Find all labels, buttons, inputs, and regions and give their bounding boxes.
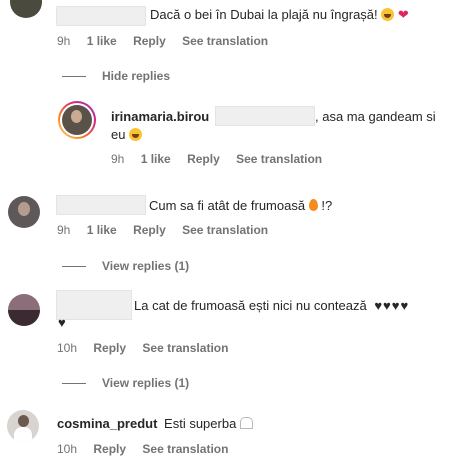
like-count[interactable]: 1 like — [87, 34, 117, 48]
avatar[interactable] — [8, 294, 40, 326]
red-heart-icon: ❤ — [397, 7, 409, 22]
like-count[interactable]: 1 like — [87, 223, 117, 237]
reply-button[interactable]: Reply — [93, 341, 126, 355]
see-translation-link[interactable]: See translation — [236, 152, 322, 166]
avatar[interactable] — [7, 410, 39, 442]
timestamp: 10h — [57, 341, 78, 355]
comment-text: La cat de frumoasă ești nici nu contează… — [134, 298, 410, 313]
see-translation-link[interactable]: See translation — [142, 341, 228, 355]
replies-divider — [62, 76, 86, 77]
comment-text-line2: ♥ — [58, 314, 66, 332]
comment-text-line2: eu — [111, 126, 143, 144]
reply-button[interactable]: Reply — [133, 34, 166, 48]
redacted-mention — [215, 106, 315, 126]
comment-text: Dacă o bei în Dubai la plajă nu îngrașă!… — [150, 7, 409, 22]
white-heart-icon — [239, 417, 253, 429]
timestamp: 10h — [57, 442, 78, 456]
see-translation-link[interactable]: See translation — [182, 34, 268, 48]
avatar[interactable] — [10, 0, 42, 18]
redacted-username — [56, 195, 146, 215]
username-link[interactable]: irinamaria.birou — [111, 109, 209, 124]
black-heart-icon: ♥ — [58, 315, 66, 330]
see-translation-link[interactable]: See translation — [182, 223, 268, 237]
timestamp: 9h — [111, 152, 125, 166]
redacted-username — [56, 6, 146, 26]
comment-text: , asa ma gandeam si — [315, 109, 436, 124]
replies-divider — [62, 383, 86, 384]
like-count[interactable]: 1 like — [141, 152, 171, 166]
laugh-emoji-icon — [129, 128, 143, 141]
comment-meta: 9h 1 like Reply See translation — [57, 34, 281, 48]
fire-emoji-icon — [308, 199, 318, 211]
laugh-emoji-icon — [381, 8, 395, 21]
timestamp: 9h — [57, 34, 71, 48]
redacted-username — [56, 290, 132, 320]
comment-meta: 10h Reply See translation — [57, 442, 241, 456]
reply-button[interactable]: Reply — [187, 152, 220, 166]
see-translation-link[interactable]: See translation — [142, 442, 228, 456]
reply-button[interactable]: Reply — [93, 442, 126, 456]
view-replies-button[interactable]: View replies (1) — [102, 259, 189, 273]
username-link[interactable]: cosmina_predut — [57, 416, 157, 431]
hide-replies-button[interactable]: Hide replies — [102, 69, 170, 83]
comment-text: Cum sa fi atât de frumoasă !? — [149, 198, 333, 213]
comment-text: cosmina_predut Esti superba — [57, 415, 253, 433]
replies-divider — [62, 266, 86, 267]
avatar[interactable] — [58, 101, 96, 139]
comment-meta: 10h Reply See translation — [57, 341, 241, 355]
comment-meta: 9h 1 like Reply See translation — [57, 223, 281, 237]
reply-button[interactable]: Reply — [133, 223, 166, 237]
black-heart-icon: ♥♥♥♥ — [374, 298, 410, 313]
timestamp: 9h — [57, 223, 71, 237]
avatar[interactable] — [8, 196, 40, 228]
view-replies-button[interactable]: View replies (1) — [102, 376, 189, 390]
comment-text: irinamaria.birou — [111, 108, 209, 126]
comment-meta: 9h 1 like Reply See translation — [111, 152, 335, 166]
